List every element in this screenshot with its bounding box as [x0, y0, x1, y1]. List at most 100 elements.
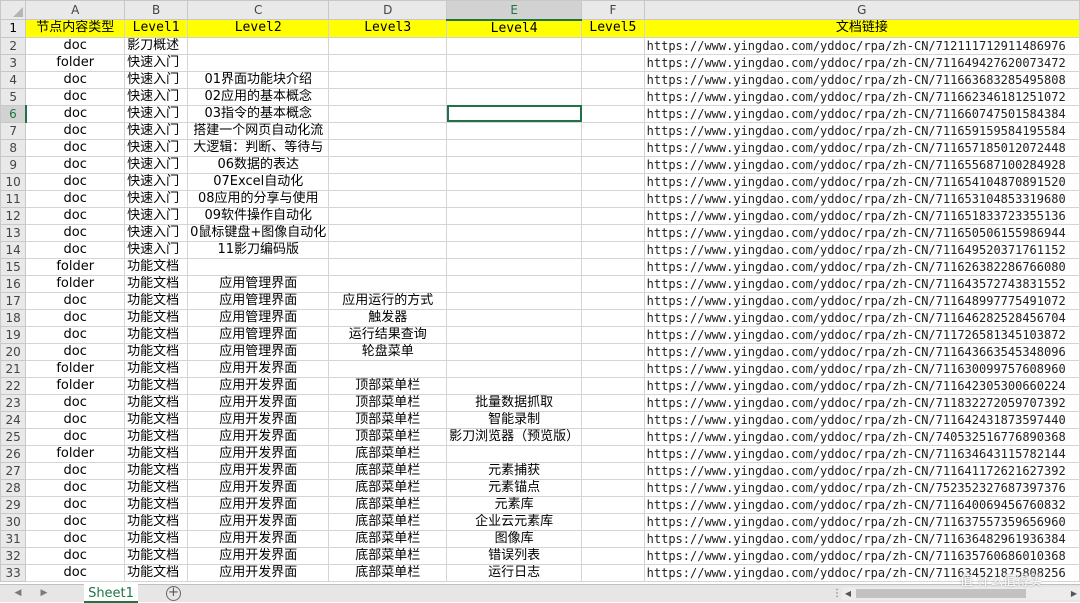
- header-cell-level3[interactable]: Level3: [328, 19, 448, 38]
- cell-level4[interactable]: [446, 189, 583, 208]
- cell-level3[interactable]: 触发器: [328, 308, 448, 327]
- row-header[interactable]: 25: [0, 427, 27, 446]
- row-header[interactable]: 9: [0, 155, 27, 174]
- cell-doc-link[interactable]: https://www.yingdao.com/yddoc/rpa/zh-CN/…: [643, 529, 1080, 548]
- cell-level5[interactable]: [581, 478, 645, 497]
- row-header[interactable]: 13: [0, 223, 27, 242]
- cell-doc-link[interactable]: https://www.yingdao.com/yddoc/rpa/zh-CN/…: [643, 359, 1080, 378]
- column-header-d[interactable]: D: [328, 0, 448, 20]
- row-header[interactable]: 2: [0, 36, 27, 55]
- column-header-f[interactable]: F: [581, 0, 645, 20]
- row-header[interactable]: 8: [0, 138, 27, 157]
- cell-level1[interactable]: 功能文档: [124, 376, 189, 395]
- cell-node-type[interactable]: folder: [25, 444, 126, 463]
- cell-level4[interactable]: [446, 240, 583, 259]
- cell-level1[interactable]: 功能文档: [124, 512, 189, 531]
- cell-level4[interactable]: [446, 274, 583, 293]
- cell-doc-link[interactable]: https://www.yingdao.com/yddoc/rpa/zh-CN/…: [643, 376, 1080, 395]
- cell-level5[interactable]: [581, 240, 645, 259]
- cell-node-type[interactable]: doc: [25, 410, 126, 429]
- cell-level5[interactable]: [581, 495, 645, 514]
- header-cell-level5[interactable]: Level5: [581, 19, 645, 38]
- cell-level1[interactable]: 功能文档: [124, 291, 189, 310]
- next-sheet-icon[interactable]: ▶: [34, 586, 54, 601]
- cell-doc-link[interactable]: https://www.yingdao.com/yddoc/rpa/zh-CN/…: [643, 274, 1080, 293]
- cell-level5[interactable]: [581, 546, 645, 565]
- cell-level4[interactable]: [446, 223, 583, 242]
- cell-level2[interactable]: 应用开发界面: [187, 512, 330, 531]
- cell-node-type[interactable]: doc: [25, 138, 126, 157]
- cell-level5[interactable]: [581, 53, 645, 72]
- cell-level3[interactable]: [328, 70, 448, 89]
- cell-level3[interactable]: 底部菜单栏: [328, 546, 448, 565]
- cell-doc-link[interactable]: https://www.yingdao.com/yddoc/rpa/zh-CN/…: [643, 291, 1080, 310]
- cell-level1[interactable]: 快速入门: [124, 53, 189, 72]
- cell-level3[interactable]: [328, 223, 448, 242]
- cell-node-type[interactable]: doc: [25, 546, 126, 565]
- scroll-right-icon[interactable]: ▶: [1068, 587, 1080, 600]
- cell-level5[interactable]: [581, 342, 645, 361]
- cell-node-type[interactable]: doc: [25, 189, 126, 208]
- cell-node-type[interactable]: doc: [25, 172, 126, 191]
- cell-level5[interactable]: [581, 563, 645, 582]
- cell-doc-link[interactable]: https://www.yingdao.com/yddoc/rpa/zh-CN/…: [643, 410, 1080, 429]
- cell-doc-link[interactable]: https://www.yingdao.com/yddoc/rpa/zh-CN/…: [643, 53, 1080, 72]
- cell-node-type[interactable]: doc: [25, 495, 126, 514]
- cell-level5[interactable]: [581, 291, 645, 310]
- cell-level4[interactable]: [446, 325, 583, 344]
- cell-level2[interactable]: 应用开发界面: [187, 563, 330, 582]
- header-cell-node-type[interactable]: 节点内容类型: [25, 19, 126, 38]
- cell-level2[interactable]: 06数据的表达: [187, 155, 330, 174]
- row-header[interactable]: 27: [0, 461, 27, 480]
- cell-level1[interactable]: 快速入门: [124, 155, 189, 174]
- cell-level1[interactable]: 功能文档: [124, 257, 189, 276]
- cell-level1[interactable]: 功能文档: [124, 274, 189, 293]
- cell-level5[interactable]: [581, 36, 645, 55]
- cell-level4[interactable]: [446, 121, 583, 140]
- cell-node-type[interactable]: doc: [25, 87, 126, 106]
- cell-level2[interactable]: 应用管理界面: [187, 308, 330, 327]
- cell-node-type[interactable]: doc: [25, 529, 126, 548]
- row-header[interactable]: 22: [0, 376, 27, 395]
- cell-doc-link[interactable]: https://www.yingdao.com/yddoc/rpa/zh-CN/…: [643, 172, 1080, 191]
- cell-level5[interactable]: [581, 410, 645, 429]
- row-header[interactable]: 23: [0, 393, 27, 412]
- cell-level5[interactable]: [581, 427, 645, 446]
- cell-doc-link[interactable]: https://www.yingdao.com/yddoc/rpa/zh-CN/…: [643, 87, 1080, 106]
- cell-level4[interactable]: [446, 308, 583, 327]
- cell-node-type[interactable]: doc: [25, 240, 126, 259]
- cell-level2[interactable]: 应用开发界面: [187, 444, 330, 463]
- row-header[interactable]: 4: [0, 70, 27, 89]
- row-header[interactable]: 26: [0, 444, 27, 463]
- row-header[interactable]: 18: [0, 308, 27, 327]
- cell-level5[interactable]: [581, 359, 645, 378]
- cell-level4[interactable]: 元素锚点: [446, 478, 583, 497]
- cell-level3[interactable]: [328, 138, 448, 157]
- cell-level1[interactable]: 功能文档: [124, 359, 189, 378]
- cell-level5[interactable]: [581, 155, 645, 174]
- cell-level4[interactable]: 元素捕获: [446, 461, 583, 480]
- cell-level2[interactable]: 应用管理界面: [187, 325, 330, 344]
- cell-doc-link[interactable]: https://www.yingdao.com/yddoc/rpa/zh-CN/…: [643, 478, 1080, 497]
- cell-level1[interactable]: 功能文档: [124, 308, 189, 327]
- cell-node-type[interactable]: folder: [25, 359, 126, 378]
- cell-level3[interactable]: 轮盘菜单: [328, 342, 448, 361]
- cell-doc-link[interactable]: https://www.yingdao.com/yddoc/rpa/zh-CN/…: [643, 223, 1080, 242]
- cell-level1[interactable]: 快速入门: [124, 223, 189, 242]
- cell-node-type[interactable]: doc: [25, 104, 126, 123]
- cell-level2[interactable]: 应用开发界面: [187, 427, 330, 446]
- cell-level4[interactable]: [446, 172, 583, 191]
- header-cell-level2[interactable]: Level2: [187, 19, 330, 38]
- cell-level4[interactable]: 影刀浏览器（预览版）: [446, 427, 583, 446]
- cell-level1[interactable]: 功能文档: [124, 546, 189, 565]
- cell-node-type[interactable]: doc: [25, 206, 126, 225]
- cell-node-type[interactable]: doc: [25, 325, 126, 344]
- cell-node-type[interactable]: doc: [25, 308, 126, 327]
- cell-level2[interactable]: 应用开发界面: [187, 461, 330, 480]
- cell-level2[interactable]: 应用管理界面: [187, 342, 330, 361]
- cell-level3[interactable]: 应用运行的方式: [328, 291, 448, 310]
- cell-doc-link[interactable]: https://www.yingdao.com/yddoc/rpa/zh-CN/…: [643, 495, 1080, 514]
- cell-level2[interactable]: 应用开发界面: [187, 495, 330, 514]
- row-header[interactable]: 21: [0, 359, 27, 378]
- row-header[interactable]: 17: [0, 291, 27, 310]
